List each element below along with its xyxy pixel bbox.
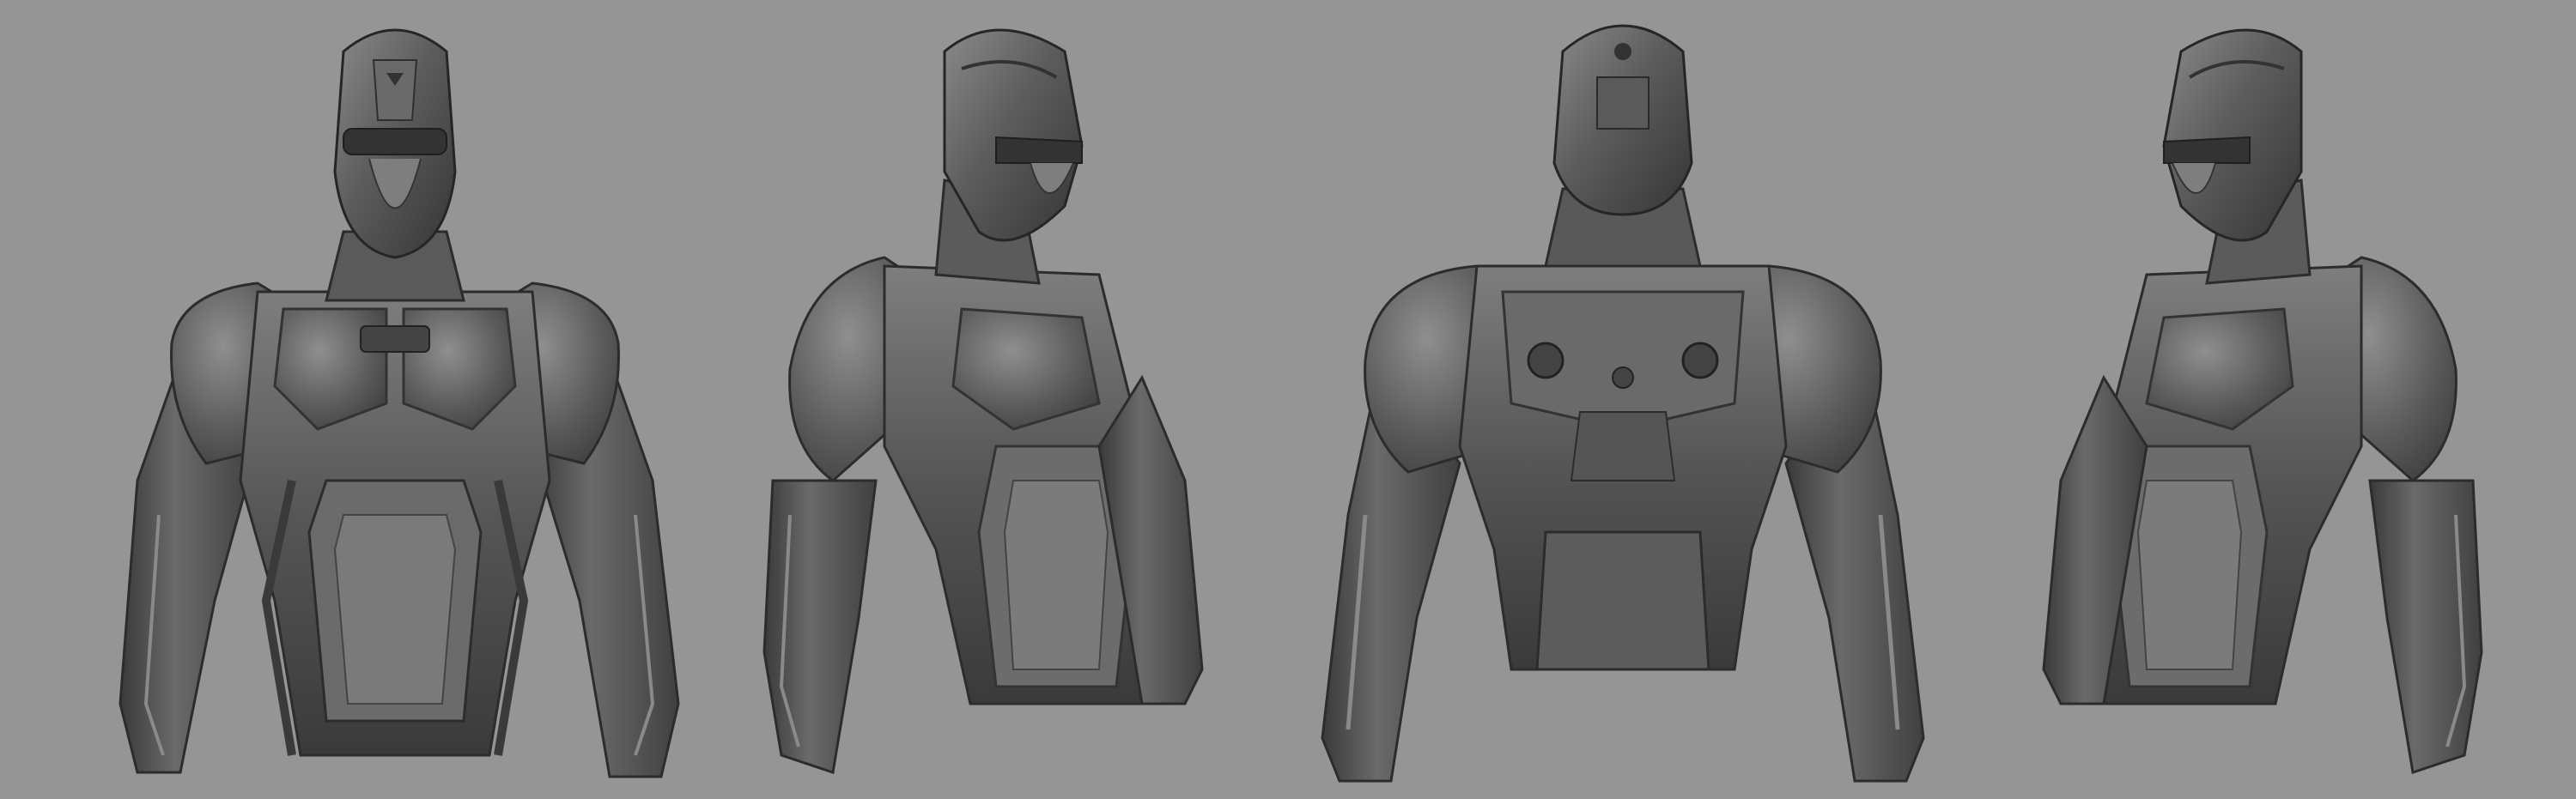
armor-bust-three-quarter-right-view bbox=[738, 0, 1236, 799]
three-quarter-right-figure bbox=[762, 28, 1204, 774]
armor-bust-back-view bbox=[1288, 0, 1958, 799]
armor-bust-front-view bbox=[86, 0, 704, 799]
render-canvas bbox=[0, 0, 2576, 799]
back-view-figure bbox=[1321, 24, 1925, 783]
armor-bust-three-quarter-left-view bbox=[2009, 0, 2507, 799]
front-view-figure bbox=[118, 28, 680, 778]
three-quarter-left-figure bbox=[2042, 28, 2483, 774]
